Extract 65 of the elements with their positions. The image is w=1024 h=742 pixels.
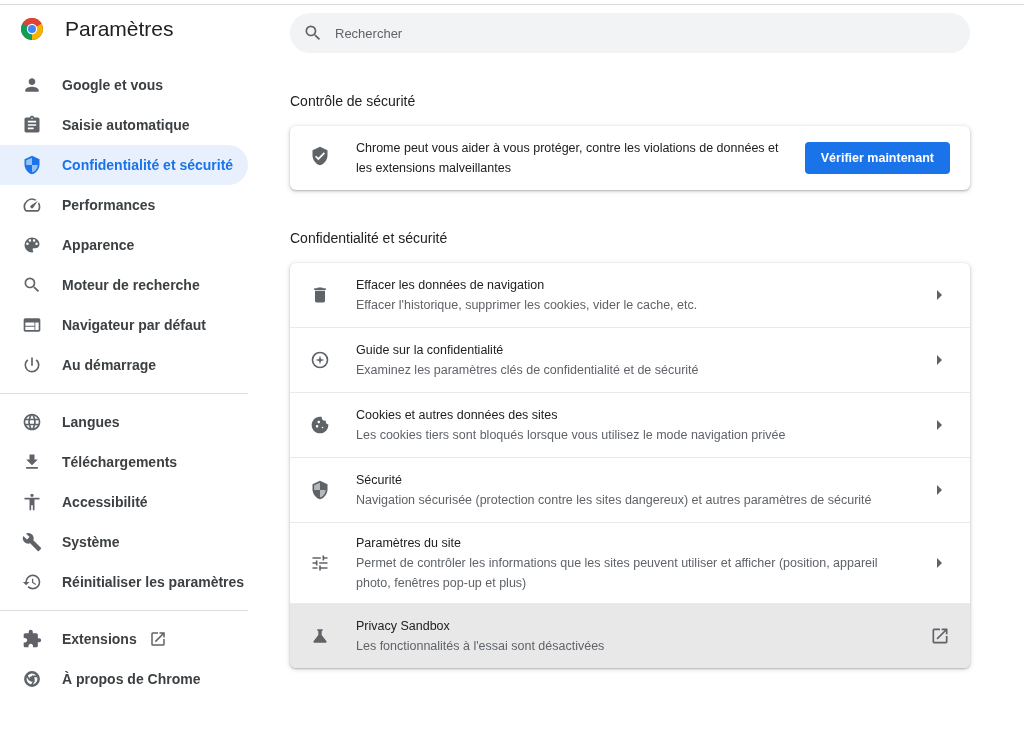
search-icon	[303, 23, 323, 43]
caret-right-icon	[937, 558, 942, 568]
accessibility-icon	[22, 492, 42, 512]
cookie-icon	[310, 415, 330, 435]
chrome-logo-icon	[20, 17, 44, 41]
row-description: Les cookies tiers sont bloqués lorsque vous utilisez le mode navigation privée	[356, 427, 787, 444]
sidebar-item[interactable]: Réinitialiser les paramètres	[0, 562, 248, 602]
row-description: Examinez les paramètres clés de confidentialité et de sécurité	[356, 362, 700, 379]
sidebar-item[interactable]: Accessibilité	[0, 482, 248, 522]
row-title: Sécurité	[356, 472, 403, 489]
search-field[interactable]: Rechercher	[290, 13, 970, 53]
caret-right-icon	[937, 355, 942, 365]
sliders-icon	[310, 553, 330, 573]
history-icon	[22, 572, 42, 592]
row-title: Paramètres du site	[356, 535, 462, 552]
palette-icon	[22, 235, 42, 255]
page-title: Paramètres	[65, 17, 174, 41]
chrome-outline-icon	[22, 669, 42, 689]
row-description: Effacer l'historique, supprimer les cookies, vider le cache, etc.	[356, 297, 699, 314]
gauge-icon	[22, 195, 42, 215]
sidebar-item[interactable]: Extensions	[0, 619, 248, 659]
caret-right-icon	[937, 420, 942, 430]
sidebar-item[interactable]: Système	[0, 522, 248, 562]
shield-icon	[22, 155, 42, 175]
row-description: Les fonctionnalités à l'essai sont désactivées	[356, 638, 606, 655]
settings-row[interactable]: Effacer les données de navigation Effacer l'historique, supprimer les cookies, vider le cache, etc.	[290, 263, 970, 327]
sidebar-item[interactable]: Langues	[0, 402, 248, 442]
settings-row[interactable]: Cookies et autres données des sites Les cookies tiers sont bloqués lorsque vous utilisez le mode navigation privée	[290, 392, 970, 457]
sidebar-item[interactable]: Confidentialité et sécurité	[0, 145, 248, 185]
browser-window-icon	[22, 315, 42, 335]
external-link-icon	[930, 626, 950, 646]
clipboard-icon	[22, 115, 42, 135]
search-icon	[22, 275, 42, 295]
sidebar-item[interactable]: Google et vous	[0, 65, 248, 105]
globe-icon	[22, 412, 42, 432]
sidebar-item[interactable]: Saisie automatique	[0, 105, 248, 145]
flask-icon	[310, 626, 330, 646]
settings-row[interactable]: Privacy Sandbox Les fonctionnalités à l'essai sont désactivées	[290, 603, 970, 668]
settings-row[interactable]: Sécurité Navigation sécurisée (protection contre les sites dangereux) et autres paramètres de sécurité	[290, 457, 970, 522]
sidebar-item[interactable]: Au démarrage	[0, 345, 248, 385]
row-description: Navigation sécurisée (protection contre les sites dangereux) et autres paramètres de sécurité	[356, 492, 873, 509]
settings-row[interactable]: Guide sur la confidentialité Examinez les paramètres clés de confidentialité et de sécurité	[290, 327, 970, 392]
row-title: Cookies et autres données des sites	[356, 407, 559, 424]
puzzle-icon	[22, 629, 42, 649]
sidebar-item[interactable]: Performances	[0, 185, 248, 225]
section-heading: Contrôle de sécurité	[290, 93, 417, 109]
power-icon	[22, 355, 42, 375]
sidebar-item[interactable]: Apparence	[0, 225, 248, 265]
safety-check-text: Chrome peut vous aider à vous protéger, contre les violations de données et les extensions malveillantes	[356, 140, 780, 177]
shield-check-icon	[310, 146, 330, 166]
caret-right-icon	[937, 290, 942, 300]
compass-icon	[310, 350, 330, 370]
row-title: Guide sur la confidentialité	[356, 342, 505, 359]
sidebar-item[interactable]: Moteur de recherche	[0, 265, 248, 305]
wrench-icon	[22, 532, 42, 552]
sidebar-item[interactable]: À propos de Chrome	[0, 659, 248, 699]
section-heading: Confidentialité et sécurité	[290, 230, 449, 246]
sidebar-item[interactable]: Navigateur par défaut	[0, 305, 248, 345]
sidebar-item[interactable]: Téléchargements	[0, 442, 248, 482]
row-title: Privacy Sandbox	[356, 618, 451, 635]
shield-icon	[310, 480, 330, 500]
check-now-button[interactable]: Vérifier maintenant	[804, 142, 950, 174]
row-title: Effacer les données de navigation	[356, 277, 546, 294]
caret-right-icon	[937, 485, 942, 495]
row-description: Permet de contrôler les informations que les sites peuvent utiliser et afficher (position, appareil photo, fenêtres pop-up et plus)	[356, 555, 879, 592]
